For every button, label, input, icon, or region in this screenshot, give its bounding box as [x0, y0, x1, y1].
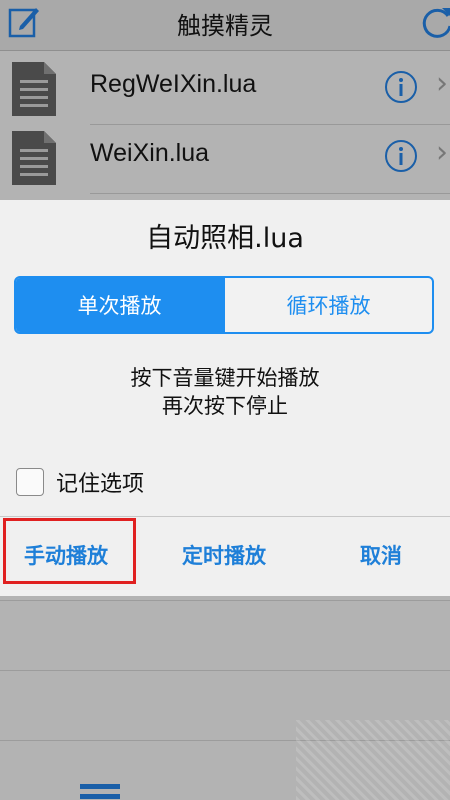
info-icon[interactable]	[384, 139, 418, 173]
timed-play-button[interactable]: 定时播放	[182, 540, 266, 570]
row-divider	[0, 600, 450, 601]
row-divider	[90, 193, 450, 194]
file-row[interactable]: RegWeIXin.lua ›	[0, 56, 450, 124]
dialog-divider	[0, 516, 450, 517]
remember-label: 记住选项	[56, 472, 145, 497]
file-name: RegWeIXin.lua	[90, 70, 257, 98]
cancel-button[interactable]: 取消	[360, 540, 402, 570]
chevron-right-icon: ›	[436, 66, 448, 101]
menu-icon[interactable]	[80, 782, 120, 800]
remember-option[interactable]: 记住选项	[16, 466, 144, 498]
row-divider	[0, 670, 450, 671]
navigation-bar: 触摸精灵	[0, 0, 450, 51]
file-row[interactable]: WeiXin.lua ›	[0, 125, 450, 193]
instruction-text: 按下音量键开始播放 再次按下停止	[0, 364, 450, 420]
segment-single-play[interactable]: 单次播放	[16, 278, 223, 332]
document-icon	[12, 131, 56, 185]
dialog-title: 自动照相.lua	[146, 223, 304, 254]
app-title: 触摸精灵	[177, 12, 273, 40]
instruction-line-1: 按下音量键开始播放	[130, 366, 320, 390]
file-name: WeiXin.lua	[90, 139, 210, 167]
chevron-right-icon: ›	[436, 135, 448, 170]
info-icon[interactable]	[384, 70, 418, 104]
instruction-line-2: 再次按下停止	[162, 394, 288, 418]
refresh-icon[interactable]	[418, 4, 450, 42]
document-icon	[12, 62, 56, 116]
watermark	[296, 720, 450, 800]
play-mode-segmented-control: 单次播放 循环播放	[14, 276, 434, 334]
remember-checkbox[interactable]	[16, 468, 44, 496]
highlight-box	[3, 518, 136, 584]
segment-loop-play[interactable]: 循环播放	[223, 278, 432, 332]
